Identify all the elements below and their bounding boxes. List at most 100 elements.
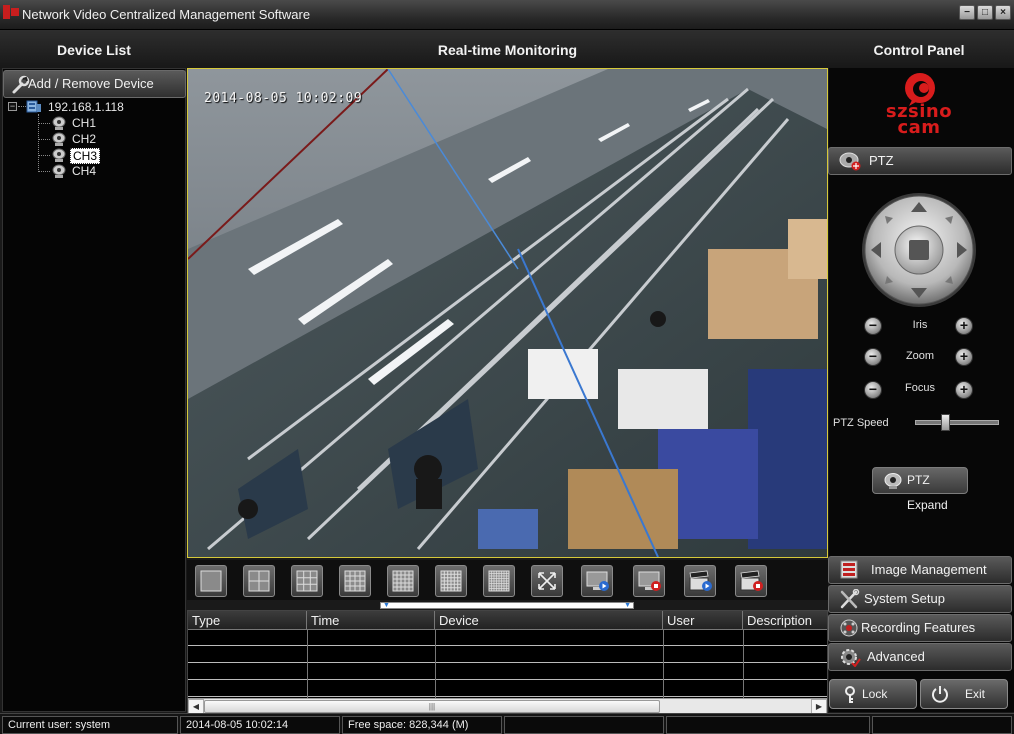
clapper-stop-icon — [740, 570, 763, 591]
twentyfive-view-button[interactable] — [387, 565, 419, 597]
ptz-speed-label: PTZ Speed — [833, 417, 889, 429]
fullscreen-button[interactable] — [531, 565, 563, 597]
fullscreen-icon — [538, 572, 556, 590]
column-user[interactable]: User — [663, 611, 743, 630]
stop-all-preview-button[interactable] — [633, 565, 665, 597]
ptz-section-button[interactable]: PTZ — [828, 147, 1012, 175]
table-row — [188, 630, 827, 646]
column-description[interactable]: Description — [743, 611, 827, 630]
sixteen-view-button[interactable] — [339, 565, 371, 597]
current-time-status: 2014-08-05 10:02:14 — [180, 716, 340, 734]
camera-icon — [52, 132, 66, 146]
table-row — [188, 664, 827, 680]
scroll-left-icon[interactable]: ◀ — [188, 699, 204, 713]
iris-label: Iris — [912, 319, 928, 331]
free-space-status: Free space: 828,344 (M) — [342, 716, 502, 734]
status-bar: Current user: system 2014-08-05 10:02:14… — [0, 713, 1014, 734]
quad-view-button[interactable] — [243, 565, 275, 597]
camera-feed-image — [188, 69, 827, 557]
focus-label: Focus — [905, 382, 935, 394]
toolbar-collapse-strip[interactable]: ▼ ▼ — [380, 602, 634, 609]
log-table-header: Type Time Device User Description — [188, 611, 827, 630]
zoom-plus-button[interactable]: + — [955, 348, 973, 366]
table-row — [188, 681, 827, 697]
column-time[interactable]: Time — [307, 611, 435, 630]
focus-minus-button[interactable]: − — [864, 381, 882, 399]
camera-icon — [52, 148, 66, 162]
single-view-button[interactable] — [195, 565, 227, 597]
image-management-button[interactable]: Image Management — [828, 556, 1012, 584]
scroll-thumb[interactable]: ||| — [204, 700, 660, 713]
start-all-record-button[interactable] — [684, 565, 716, 597]
image-management-icon — [840, 560, 858, 579]
gear-icon — [841, 649, 861, 667]
lock-label: Lock — [862, 687, 888, 701]
status-cell-empty — [504, 716, 664, 734]
camera-icon — [52, 116, 66, 130]
video-timestamp: 2014-08-05 10:02:09 — [204, 91, 363, 106]
channel-label: CH1 — [72, 116, 97, 130]
ptz-expand-button[interactable]: PTZ Expand — [872, 467, 968, 512]
dvr-device-icon — [26, 100, 41, 113]
monitor-stop-icon — [638, 571, 661, 591]
title-bar: Network Video Centralized Management Sof… — [0, 0, 1014, 30]
status-cell-empty — [666, 716, 870, 734]
column-type[interactable]: Type — [188, 611, 307, 630]
current-user-status: Current user: system — [2, 716, 178, 734]
exit-label: Exit — [965, 687, 986, 701]
layout-1-icon — [200, 570, 222, 592]
event-log-table: Type Time Device User Description ◀ ||| … — [187, 610, 828, 714]
window-title: Network Video Centralized Management Sof… — [22, 7, 311, 22]
lock-button[interactable]: Lock — [829, 679, 917, 709]
ptz-camera-icon — [839, 152, 861, 171]
app-logo-icon — [3, 5, 19, 19]
channel-label: CH2 — [72, 132, 97, 146]
layout-4-icon — [248, 570, 270, 592]
device-address: 192.168.1.118 — [48, 100, 124, 114]
status-cell-empty — [872, 716, 1012, 734]
device-list-heading: Device List — [57, 42, 131, 58]
tree-expander-button[interactable]: − — [8, 102, 17, 111]
maximize-button[interactable]: □ — [977, 5, 993, 20]
control-panel-heading: Control Panel — [873, 42, 965, 58]
scroll-right-icon[interactable]: ▶ — [811, 699, 827, 713]
zoom-minus-button[interactable]: − — [864, 348, 882, 366]
close-button[interactable]: × — [995, 5, 1011, 20]
exit-button[interactable]: Exit — [920, 679, 1008, 709]
minimize-button[interactable]: − — [959, 5, 975, 20]
layout-25-icon — [392, 570, 414, 592]
advanced-button[interactable]: Advanced — [828, 643, 1012, 671]
stop-all-record-button[interactable] — [735, 565, 767, 597]
key-icon — [845, 686, 855, 703]
column-device[interactable]: Device — [435, 611, 663, 630]
power-icon — [932, 686, 948, 703]
add-remove-device-button[interactable]: Add / Remove Device — [3, 70, 186, 98]
nine-view-button[interactable] — [291, 565, 323, 597]
advanced-label: Advanced — [867, 649, 925, 664]
add-remove-device-label: Add / Remove Device — [28, 76, 154, 91]
start-all-preview-button[interactable] — [581, 565, 613, 597]
zoom-label: Zoom — [905, 350, 935, 362]
recording-features-button[interactable]: Recording Features — [828, 614, 1012, 642]
layout-16-icon — [344, 570, 366, 592]
horizontal-scrollbar[interactable]: ◀ ||| ▶ — [188, 698, 827, 713]
monitoring-heading: Real-time Monitoring — [437, 42, 578, 58]
monitor-play-icon — [586, 571, 609, 591]
ptz-speed-slider-track[interactable] — [915, 420, 999, 425]
sixtyfour-view-button[interactable] — [483, 565, 515, 597]
live-video-view[interactable]: 2014-08-05 10:02:09 — [187, 68, 828, 558]
channel-label: CH4 — [72, 164, 97, 178]
ptz-speed-slider-thumb[interactable] — [941, 414, 950, 431]
camera-icon — [52, 164, 66, 178]
tools-icon — [840, 589, 860, 609]
system-setup-button[interactable]: System Setup — [828, 585, 1012, 613]
wrench-icon — [12, 75, 30, 94]
channel-label-selected: CH3 — [70, 148, 101, 164]
iris-minus-button[interactable]: − — [864, 317, 882, 335]
brand-logo: szsino cam — [864, 70, 974, 144]
iris-plus-button[interactable]: + — [955, 317, 973, 335]
focus-plus-button[interactable]: + — [955, 381, 973, 399]
thirtysix-view-button[interactable] — [435, 565, 467, 597]
ptz-direction-pad[interactable] — [861, 192, 977, 308]
layout-9-icon — [296, 570, 318, 592]
